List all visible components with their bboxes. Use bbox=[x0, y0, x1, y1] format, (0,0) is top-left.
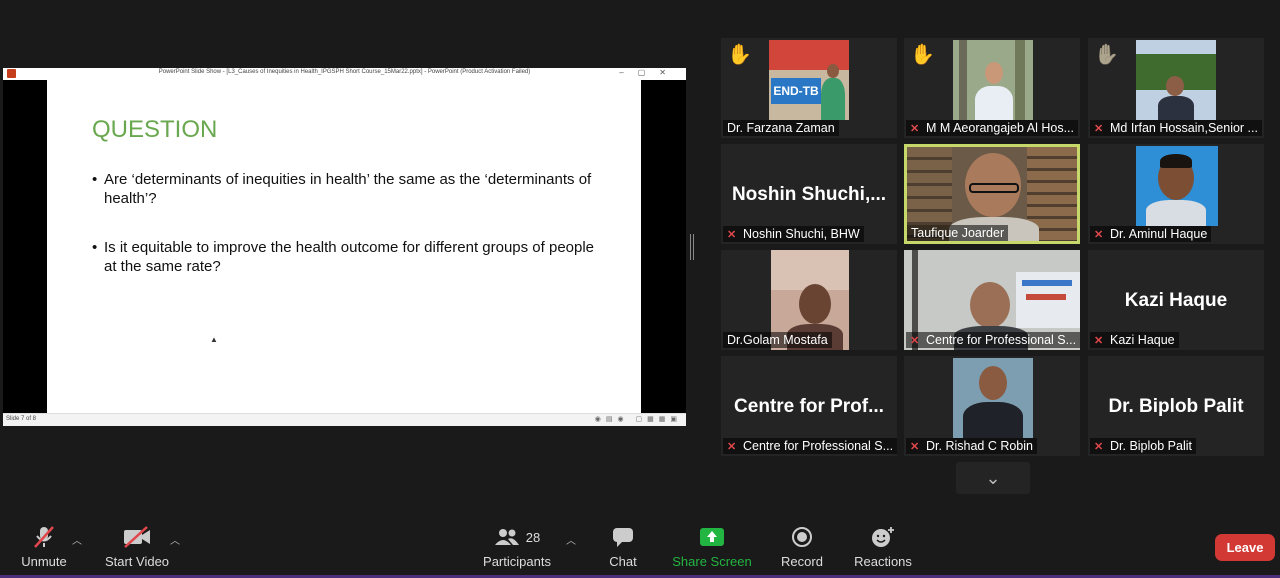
slide-heading: QUESTION bbox=[92, 116, 218, 143]
participant-display-name: Centre for Prof... bbox=[734, 396, 884, 417]
mic-muted-icon: ✕ bbox=[1094, 441, 1104, 453]
video-tile-active-speaker[interactable]: Taufique Joarder bbox=[904, 144, 1080, 244]
video-tile[interactable]: Dr.Golam Mostafa bbox=[721, 250, 897, 350]
participant-video bbox=[953, 40, 1033, 120]
participants-count: 28 bbox=[525, 529, 541, 545]
gallery-next-page-button[interactable]: ⌄ bbox=[956, 462, 1030, 494]
record-label: Record bbox=[781, 554, 823, 569]
shared-screen: PowerPoint Slide Show - [L3_Causes of In… bbox=[3, 68, 686, 426]
participant-name: Dr. Farzana Zaman bbox=[723, 120, 839, 136]
audio-options-caret-icon[interactable]: ︿ bbox=[72, 532, 82, 547]
reactions-icon bbox=[852, 520, 914, 554]
meeting-toolbar: Unmute ︿ Start Video ︿ 28 Participants ︿… bbox=[0, 520, 1280, 578]
participant-video: END-TB bbox=[769, 40, 849, 120]
mic-muted-icon: ✕ bbox=[1094, 229, 1104, 241]
mic-muted-icon: ✕ bbox=[727, 229, 737, 241]
participant-video bbox=[1136, 40, 1216, 120]
participant-name: ✕ Md Irfan Hossain,Senior ... bbox=[1090, 120, 1262, 136]
raised-hand-icon: ✋ bbox=[727, 44, 752, 66]
slide: QUESTION Are ‘determinants of inequities… bbox=[47, 80, 641, 413]
video-tile[interactable]: Noshin Shuchi,... ✕ Noshin Shuchi, BHW bbox=[721, 144, 897, 244]
video-tile[interactable]: ✋ ✕ Md Irfan Hossain,Senior ... bbox=[1088, 38, 1264, 138]
participants-icon-group: 28 bbox=[482, 520, 552, 554]
slide-bullet: Are ‘determinants of inequities in healt… bbox=[92, 170, 602, 208]
unmute-button[interactable]: Unmute bbox=[14, 520, 74, 576]
video-tile[interactable]: Kazi Haque ✕ Kazi Haque bbox=[1088, 250, 1264, 350]
video-tile[interactable]: Centre for Prof... ✕ Centre for Professio… bbox=[721, 356, 897, 456]
video-options-caret-icon[interactable]: ︿ bbox=[170, 532, 180, 547]
video-tile[interactable]: ✋ ✕ M M Aeorangajeb Al Hos... bbox=[904, 38, 1080, 138]
record-icon bbox=[776, 520, 828, 554]
ppt-statusbar: Slide 7 of 8 ◉▤◉ ▢▦▦▣ bbox=[3, 413, 686, 426]
leave-button[interactable]: Leave bbox=[1215, 534, 1275, 561]
mouse-cursor-icon: ▲ bbox=[210, 335, 218, 344]
mic-muted-icon: ✕ bbox=[910, 441, 920, 453]
chevron-down-icon: ⌄ bbox=[985, 468, 1001, 488]
participant-name: ✕ Dr. Aminul Haque bbox=[1090, 226, 1212, 242]
reactions-label: Reactions bbox=[854, 554, 912, 569]
video-tile[interactable]: ✕ Dr. Rishad C Robin bbox=[904, 356, 1080, 456]
unmute-label: Unmute bbox=[21, 554, 67, 569]
participant-name: ✕ Dr. Biplob Palit bbox=[1090, 438, 1196, 454]
record-button[interactable]: Record bbox=[776, 520, 828, 576]
mic-muted-icon: ✕ bbox=[910, 123, 920, 135]
participant-display-name: Kazi Haque bbox=[1124, 290, 1228, 311]
raised-hand-icon: ✋ bbox=[910, 44, 935, 66]
chat-icon bbox=[600, 520, 646, 554]
mic-muted-icon: ✕ bbox=[910, 335, 920, 347]
mic-muted-icon: ✕ bbox=[727, 441, 737, 453]
participant-display-name: Dr. Biplob Palit bbox=[1108, 396, 1244, 417]
slide-bullet: Is it equitable to improve the health ou… bbox=[92, 238, 602, 276]
participant-name: Dr.Golam Mostafa bbox=[723, 332, 832, 348]
participant-name: ✕ Dr. Rishad C Robin bbox=[906, 438, 1037, 454]
participant-name: ✕ Noshin Shuchi, BHW bbox=[723, 226, 864, 242]
chat-label: Chat bbox=[609, 554, 637, 569]
participants-options-caret-icon[interactable]: ︿ bbox=[566, 532, 576, 547]
slideshow-controls-icon: ◉▤◉ ▢▦▦▣ bbox=[594, 416, 682, 423]
raised-hand-icon: ✋ bbox=[1094, 44, 1119, 66]
video-tile[interactable]: Dr. Biplob Palit ✕ Dr. Biplob Palit bbox=[1088, 356, 1264, 456]
participant-name: ✕ Centre for Professional S... bbox=[906, 332, 1080, 348]
slide-number: Slide 7 of 8 bbox=[6, 416, 37, 422]
participant-name: ✕ Centre for Professional S... bbox=[723, 438, 897, 454]
video-off-icon bbox=[102, 520, 172, 554]
window-controls-icon: –▢✕ bbox=[619, 68, 680, 77]
mic-muted-icon bbox=[14, 520, 74, 554]
share-screen-icon bbox=[672, 520, 752, 554]
share-screen-button[interactable]: Share Screen bbox=[672, 520, 752, 576]
ppt-window-title: PowerPoint Slide Show - [L3_Causes of In… bbox=[158, 69, 531, 75]
mic-muted-icon: ✕ bbox=[1094, 123, 1104, 135]
participants-icon bbox=[494, 529, 519, 545]
slide-bullets: Are ‘determinants of inequities in healt… bbox=[92, 170, 602, 306]
start-video-label: Start Video bbox=[104, 554, 170, 569]
share-screen-label: Share Screen bbox=[672, 554, 752, 569]
mic-muted-icon: ✕ bbox=[1094, 335, 1104, 347]
start-video-button[interactable]: Start Video bbox=[102, 520, 172, 576]
participant-name: ✕ Kazi Haque bbox=[1090, 332, 1179, 348]
chat-button[interactable]: Chat bbox=[600, 520, 646, 576]
splitter-handle[interactable] bbox=[690, 234, 694, 260]
participant-name: ✕ M M Aeorangajeb Al Hos... bbox=[906, 120, 1078, 136]
participants-button[interactable]: 28 Participants bbox=[482, 520, 552, 576]
participant-video bbox=[1136, 146, 1218, 226]
reactions-button[interactable]: Reactions bbox=[852, 520, 914, 576]
participants-label: Participants bbox=[483, 554, 551, 569]
slide-area: QUESTION Are ‘determinants of inequities… bbox=[3, 80, 686, 413]
participant-name: Taufique Joarder bbox=[907, 225, 1009, 241]
participant-video bbox=[953, 358, 1033, 438]
video-tile[interactable]: END-TB ✋ Dr. Farzana Zaman bbox=[721, 38, 897, 138]
participant-display-name: Noshin Shuchi,... bbox=[731, 184, 887, 205]
video-tile[interactable]: ✕ Dr. Aminul Haque bbox=[1088, 144, 1264, 244]
video-tile[interactable]: ✕ Centre for Professional S... bbox=[904, 250, 1080, 350]
